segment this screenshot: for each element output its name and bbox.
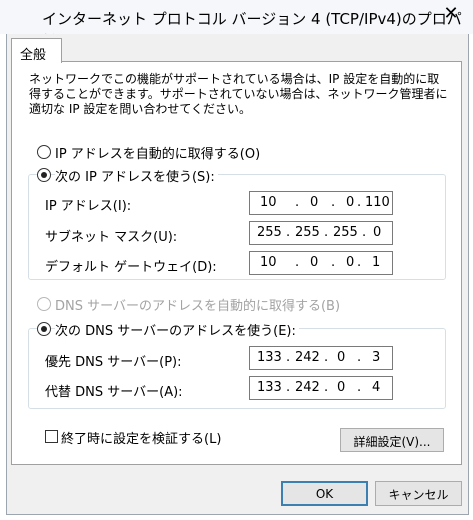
validate-on-exit-checkbox[interactable]: [45, 430, 58, 443]
close-button[interactable]: ✕: [436, 3, 466, 25]
tab-general-label: 全般: [20, 48, 47, 63]
preferred-dns-field[interactable]: 133 . 242 . 0 . 3: [249, 346, 393, 370]
advanced-button[interactable]: 詳細設定(V)...: [340, 428, 444, 452]
default-gateway-field[interactable]: 10 . 0 . 0 . 1: [249, 251, 393, 275]
dns-manual-radio[interactable]: [37, 322, 51, 336]
ip-address-field[interactable]: 10 . 0 . 0 . 110: [249, 191, 393, 215]
default-gateway-label: デフォルト ゲートウェイ(D):: [45, 260, 217, 275]
alternate-dns-field[interactable]: 133 . 242 . 0 . 4: [249, 376, 393, 400]
subnet-mask-label: サブネット マスク(U):: [45, 230, 178, 245]
ip-manual-label: 次の IP アドレスを使う(S):: [55, 166, 218, 185]
close-icon: ✕: [443, 3, 459, 24]
cancel-button[interactable]: キャンセル: [375, 481, 462, 506]
ip-address-label: IP アドレス(I):: [45, 199, 132, 214]
alternate-dns-label: 代替 DNS サーバー(A):: [45, 385, 183, 400]
dns-auto-radio[interactable]: [37, 297, 51, 311]
dns-manual-label: 次の DNS サーバーのアドレスを使う(E):: [55, 320, 299, 339]
subnet-mask-field[interactable]: 255 . 255 . 255 . 0: [249, 221, 393, 245]
preferred-dns-label: 優先 DNS サーバー(P):: [45, 355, 182, 370]
dns-auto-label: DNS サーバーのアドレスを自動的に取得する(B): [55, 299, 341, 314]
title-bar: インターネット プロトコル バージョン 4 (TCP/IPv4)のプロパティ ✕: [0, 0, 473, 49]
validate-on-exit-label: 終了時に設定を検証する(L): [61, 432, 222, 447]
ip-auto-radio[interactable]: [37, 145, 51, 159]
ip-manual-radio[interactable]: [37, 168, 51, 182]
ip-auto-label: IP アドレスを自動的に取得する(O): [55, 147, 261, 162]
ok-button[interactable]: OK: [281, 481, 368, 506]
description-text: ネットワークでこの機能がサポートされている場合は、IP 設定を自動的に取得するこ…: [29, 72, 448, 116]
tab-general[interactable]: 全般: [11, 38, 62, 63]
